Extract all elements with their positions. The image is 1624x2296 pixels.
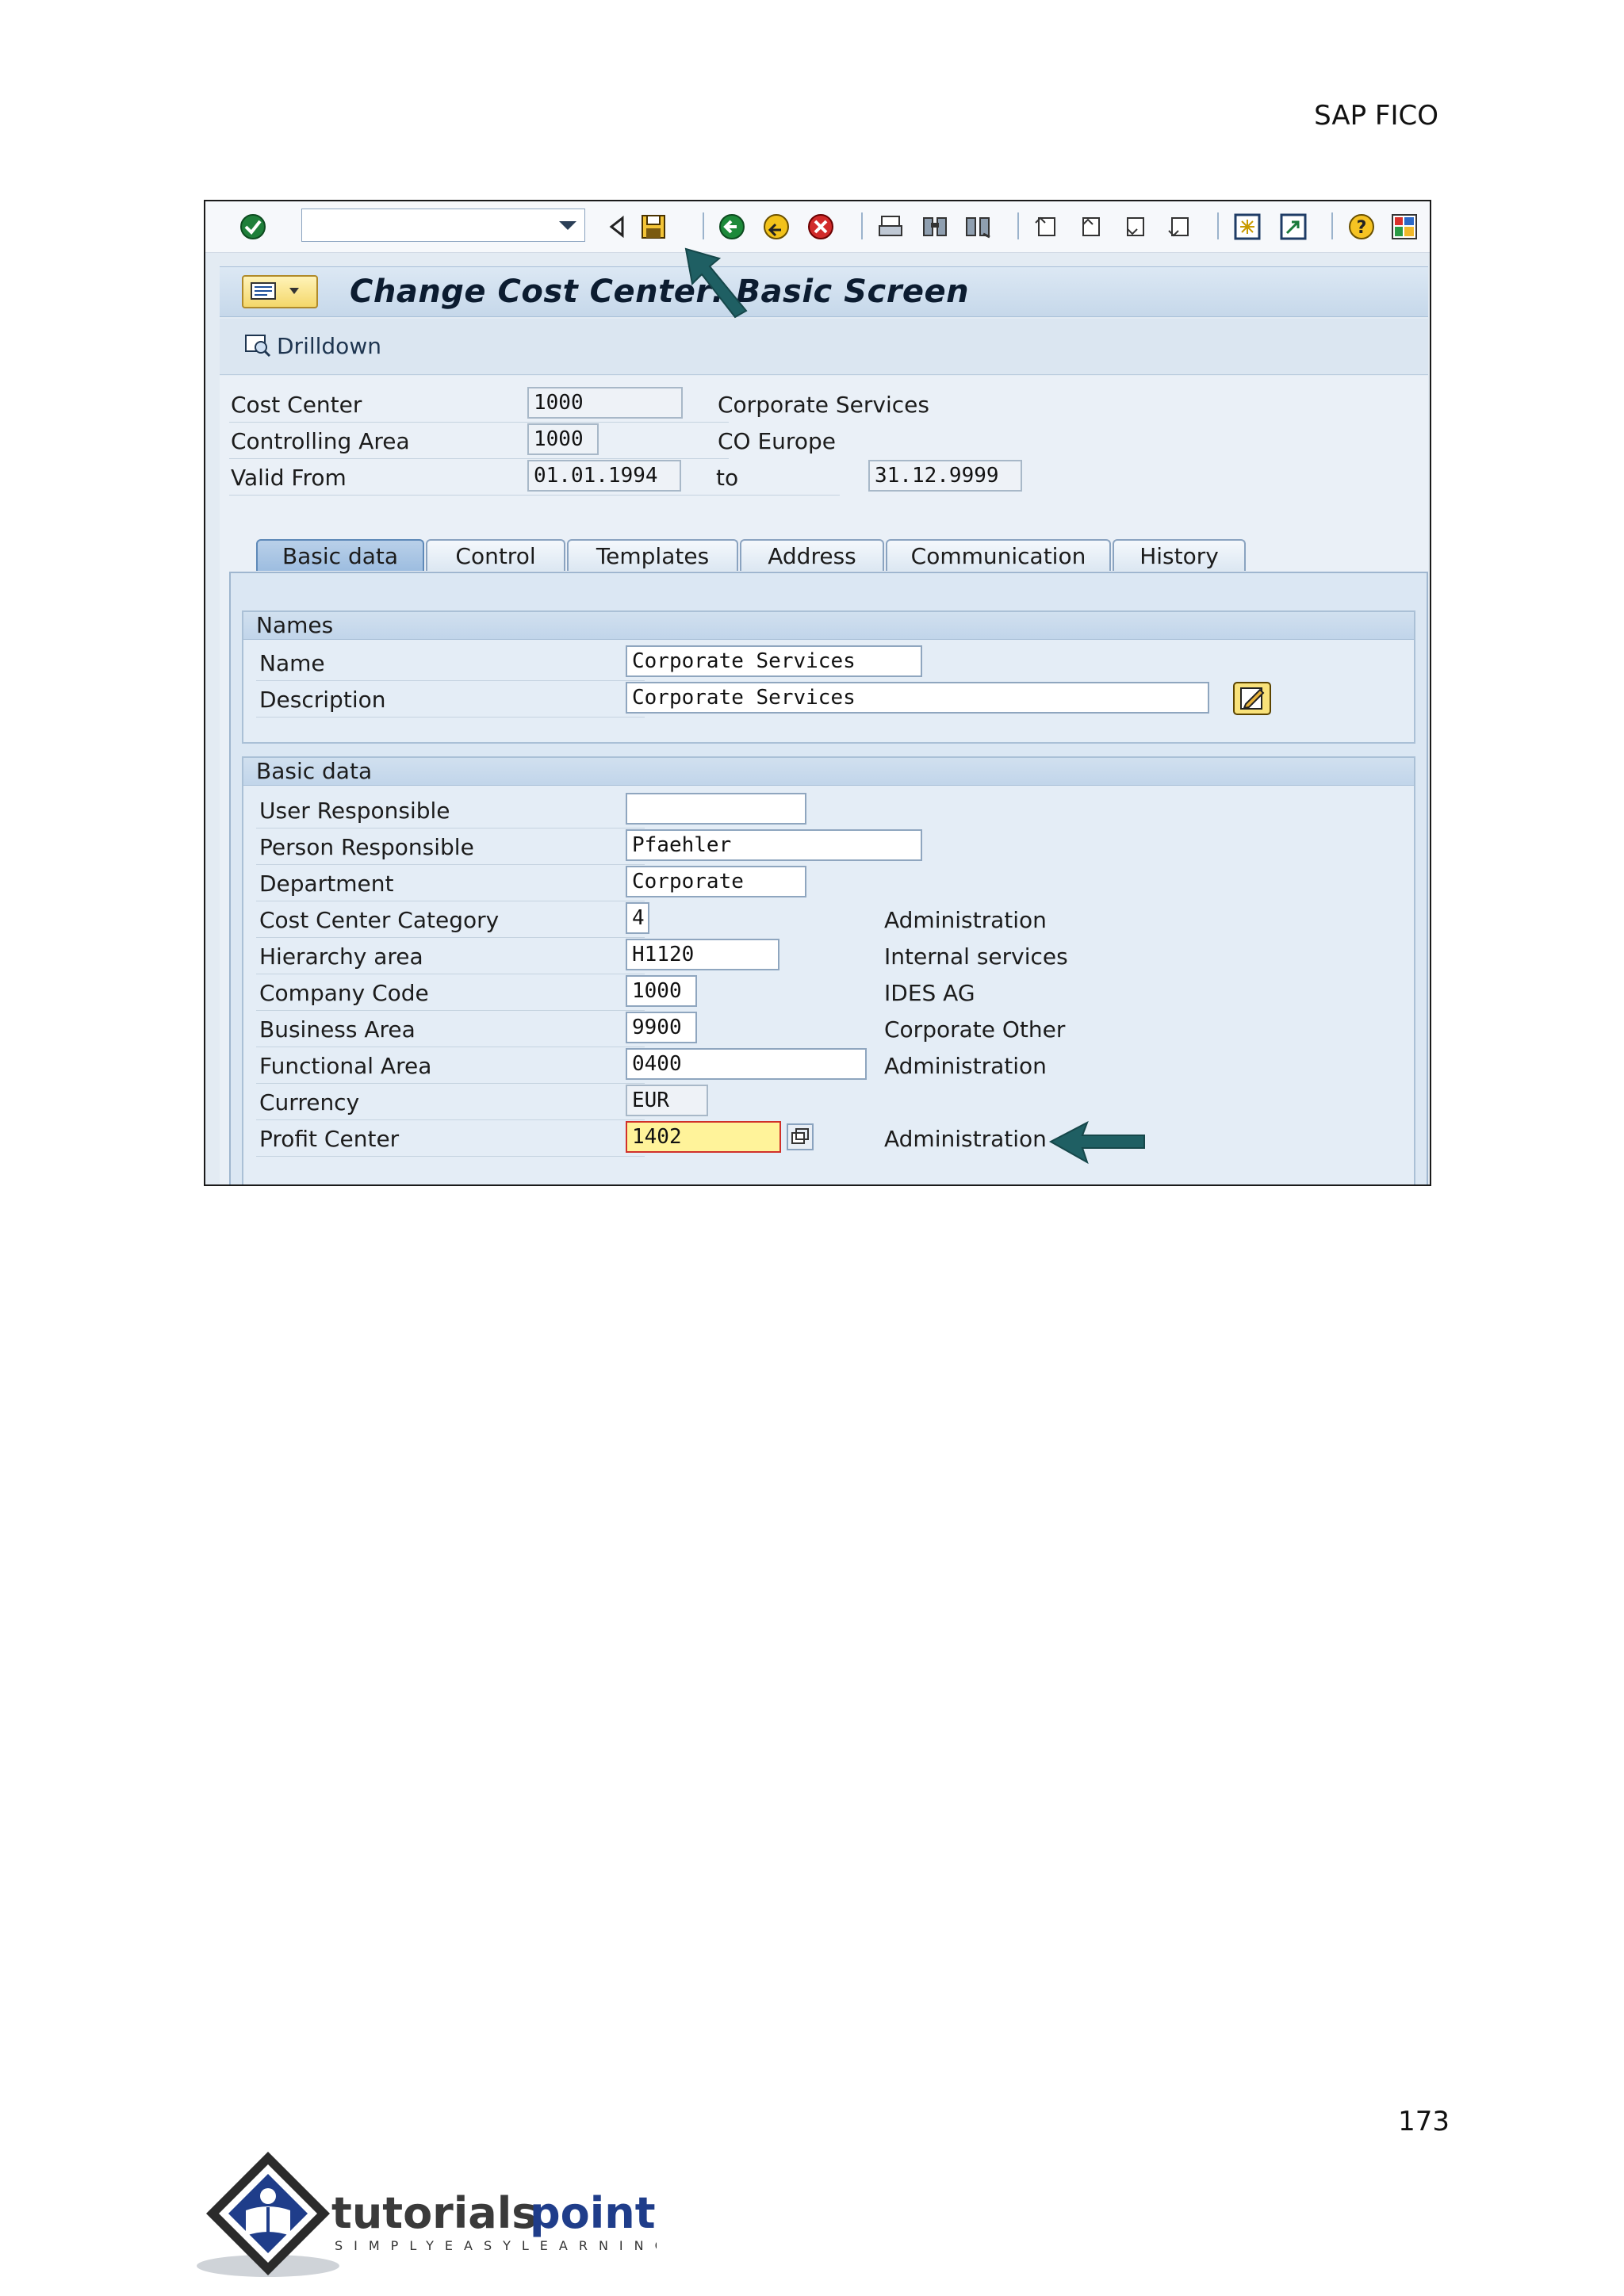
command-field[interactable] xyxy=(301,209,585,242)
save-icon[interactable] xyxy=(639,212,668,241)
edit-long-text-icon[interactable] xyxy=(1231,680,1273,717)
cost-center-category-text: Administration xyxy=(884,907,1047,933)
cost-center-category-label: Cost Center Category xyxy=(259,907,500,933)
hierarchy-area-field[interactable]: H1120 xyxy=(626,939,779,970)
basic-data-group-title: Basic data xyxy=(243,758,1414,786)
back-icon[interactable] xyxy=(718,212,746,241)
user-responsible-field[interactable] xyxy=(626,793,806,825)
valid-to-field[interactable]: 31.12.9999 xyxy=(868,460,1022,492)
name-field[interactable]: Corporate Services xyxy=(626,645,922,677)
valid-from-field[interactable]: 01.01.1994 xyxy=(527,460,681,492)
find-icon[interactable] xyxy=(921,212,949,241)
first-page-icon[interactable] xyxy=(1032,212,1060,241)
svg-text:tutorials: tutorials xyxy=(331,2188,537,2238)
help-icon[interactable]: ? xyxy=(1347,212,1376,241)
company-code-label: Company Code xyxy=(259,980,429,1006)
person-responsible-field[interactable]: Pfaehler xyxy=(626,829,922,861)
cost-center-field[interactable]: 1000 xyxy=(527,387,683,419)
tab-basic-data[interactable]: Basic data xyxy=(256,539,424,571)
name-label: Name xyxy=(259,650,325,676)
value-help-icon[interactable] xyxy=(786,1123,814,1151)
enter-icon[interactable] xyxy=(239,212,267,241)
print-icon[interactable] xyxy=(876,212,905,241)
valid-to-label: to xyxy=(716,465,739,491)
department-field[interactable]: Corporate xyxy=(626,866,806,897)
valid-from-label: Valid From xyxy=(231,465,347,491)
next-page-icon[interactable] xyxy=(1120,212,1149,241)
cancel-icon[interactable] xyxy=(806,212,835,241)
chevron-down-icon[interactable] xyxy=(559,221,576,230)
company-code-text: IDES AG xyxy=(884,980,975,1006)
document-header: SAP FICO xyxy=(1314,100,1438,132)
layout-menu-icon[interactable] xyxy=(1390,212,1419,241)
tutorialspoint-logo: tutorials point SIMPLYEASYLEARNING xyxy=(197,2147,665,2282)
title-bar: Change Cost Center: Basic Screen xyxy=(220,266,1428,317)
svg-text:point: point xyxy=(530,2188,656,2238)
svg-text:SIMPLYEASYLEARNING: SIMPLYEASYLEARNING xyxy=(335,2238,657,2253)
sap-screenshot: ? Change Cost Center: Basic Screen Drill… xyxy=(204,200,1431,1186)
hierarchy-area-text: Internal services xyxy=(884,943,1068,970)
description-label: Description xyxy=(259,687,386,713)
tab-address[interactable]: Address xyxy=(740,539,884,571)
controlling-area-field[interactable]: 1000 xyxy=(527,423,599,455)
tab-history[interactable]: History xyxy=(1113,539,1246,571)
controlling-area-label: Controlling Area xyxy=(231,428,410,454)
tab-communication[interactable]: Communication xyxy=(886,539,1111,571)
currency-field[interactable]: EUR xyxy=(626,1085,708,1116)
functional-area-text: Administration xyxy=(884,1053,1047,1079)
department-label: Department xyxy=(259,871,394,897)
description-field[interactable]: Corporate Services xyxy=(626,682,1209,714)
annotation-arrow-save-icon xyxy=(678,241,757,320)
cost-center-text: Corporate Services xyxy=(718,392,929,418)
names-group: Names xyxy=(242,610,1415,744)
tab-templates[interactable]: Templates xyxy=(567,539,738,571)
company-code-field[interactable]: 1000 xyxy=(626,975,697,1007)
profit-center-field[interactable]: 1402 xyxy=(626,1121,781,1153)
previous-page-icon[interactable] xyxy=(1076,212,1105,241)
svg-text:?: ? xyxy=(1357,218,1367,238)
last-page-icon[interactable] xyxy=(1165,212,1193,241)
currency-label: Currency xyxy=(259,1089,360,1115)
business-area-text: Corporate Other xyxy=(884,1016,1066,1043)
business-area-field[interactable]: 9900 xyxy=(626,1012,697,1043)
business-area-label: Business Area xyxy=(259,1016,416,1043)
new-session-icon[interactable] xyxy=(1233,212,1262,241)
shortcut-icon[interactable] xyxy=(1279,212,1308,241)
back-triangle-icon[interactable] xyxy=(603,212,631,241)
cost-center-category-field[interactable]: 4 xyxy=(626,902,649,934)
profit-center-label: Profit Center xyxy=(259,1126,400,1152)
system-toolbar: ? xyxy=(205,201,1430,253)
drilldown-button[interactable]: Drilldown xyxy=(243,331,381,360)
drilldown-label: Drilldown xyxy=(277,332,381,359)
hierarchy-area-label: Hierarchy area xyxy=(259,943,423,970)
cost-center-label: Cost Center xyxy=(231,392,362,418)
exit-icon[interactable] xyxy=(762,212,791,241)
profit-center-text: Administration xyxy=(884,1126,1047,1152)
screen-menu-button[interactable] xyxy=(242,275,318,308)
drilldown-icon xyxy=(245,335,271,358)
functional-area-label: Functional Area xyxy=(259,1053,432,1079)
annotation-arrow-profit-center-icon xyxy=(1046,1118,1149,1170)
user-responsible-label: User Responsible xyxy=(259,798,450,824)
tab-control[interactable]: Control xyxy=(426,539,565,571)
application-toolbar: Drilldown xyxy=(220,319,1428,375)
page-number: 173 xyxy=(1398,2106,1450,2137)
person-responsible-label: Person Responsible xyxy=(259,834,474,860)
controlling-area-text: CO Europe xyxy=(718,428,836,454)
find-next-icon[interactable] xyxy=(963,212,992,241)
names-group-title: Names xyxy=(243,612,1414,640)
functional-area-field[interactable]: 0400 xyxy=(626,1048,867,1080)
screen-title: Change Cost Center: Basic Screen xyxy=(350,274,970,310)
